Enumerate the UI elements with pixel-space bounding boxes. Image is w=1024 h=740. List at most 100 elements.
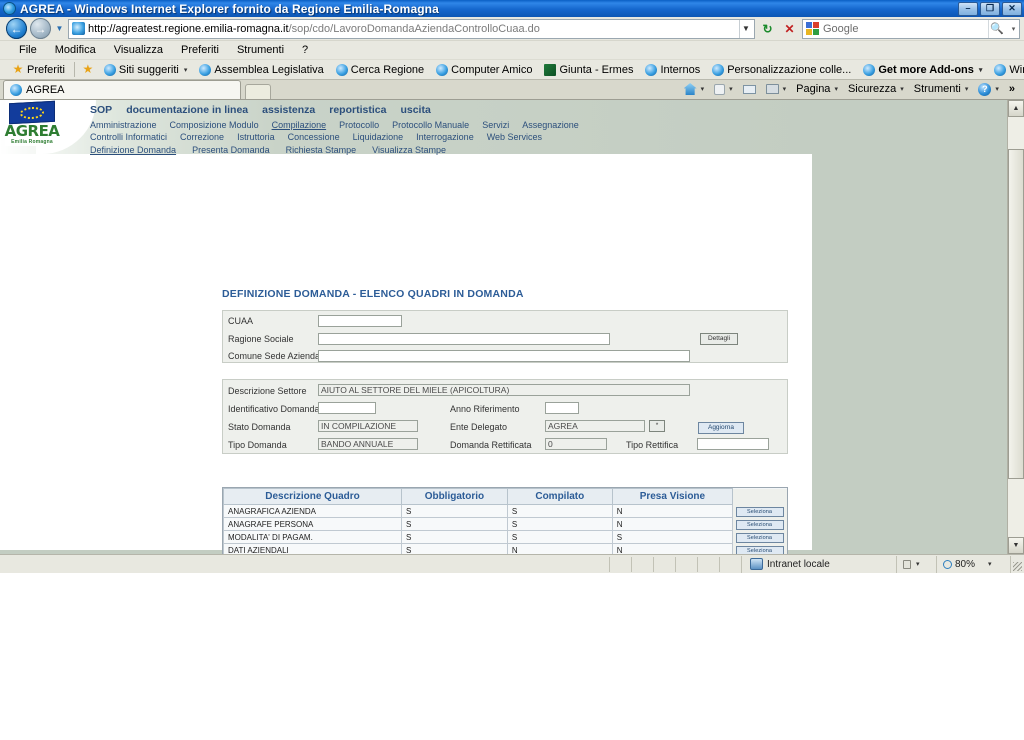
- minimize-button[interactable]: –: [958, 1, 978, 16]
- zoom-control[interactable]: 80% ▾: [936, 555, 1010, 573]
- command-overflow-button[interactable]: »: [1004, 83, 1020, 95]
- nav-reportistica[interactable]: reportistica: [329, 104, 386, 116]
- menu-item-modifica[interactable]: Modifica: [46, 43, 105, 57]
- chevron-down-icon[interactable]: ▾: [965, 85, 969, 93]
- favorite-personalizzazione[interactable]: Personalizzazione colle...: [706, 63, 857, 76]
- protected-mode-indicator[interactable]: ▾: [896, 555, 936, 573]
- domanda-rettificata-input: 0: [545, 438, 607, 450]
- scroll-down-icon[interactable]: ▼: [1008, 537, 1024, 554]
- nav-liquidazione[interactable]: Liquidazione: [353, 132, 404, 142]
- refresh-icon[interactable]: ↻: [758, 19, 777, 39]
- favorite-giunta-ermes[interactable]: Giunta - Ermes: [538, 63, 639, 76]
- seleziona-button[interactable]: Seleziona: [735, 519, 784, 530]
- nav-amministrazione[interactable]: Amministrazione: [90, 120, 157, 130]
- nav-sop[interactable]: SOP: [90, 104, 112, 116]
- scrollbar-track[interactable]: [1008, 117, 1024, 537]
- chevron-down-icon[interactable]: ▾: [834, 85, 838, 93]
- chevron-down-icon[interactable]: ▾: [783, 85, 787, 93]
- identificativo-domanda-input[interactable]: [318, 402, 376, 414]
- new-tab-button[interactable]: [245, 84, 271, 99]
- stop-icon[interactable]: ✕: [780, 19, 799, 39]
- history-dropdown-icon[interactable]: ▼: [54, 18, 65, 39]
- menu-item-file[interactable]: File: [10, 43, 46, 57]
- search-input[interactable]: Google 🔍 ▾: [802, 18, 1020, 39]
- print-button[interactable]: ▾: [761, 84, 792, 94]
- favorite-siti-suggeriti[interactable]: Siti suggeriti ▾: [98, 63, 193, 76]
- nav-visualizza-stampe[interactable]: Visualizza Stampe: [372, 145, 446, 155]
- url-input[interactable]: http://agreatest.regione.emilia-romagna.…: [68, 18, 755, 39]
- tab-agrea[interactable]: AGREA: [3, 80, 241, 99]
- vertical-scrollbar[interactable]: ▲ ▼: [1007, 100, 1024, 554]
- favorites-button[interactable]: ★ Preferiti: [6, 63, 71, 76]
- nav-servizi[interactable]: Servizi: [482, 120, 509, 130]
- home-button[interactable]: ▾: [679, 83, 710, 95]
- chevron-down-icon[interactable]: ▾: [701, 85, 705, 93]
- seleziona-button[interactable]: Seleziona: [735, 506, 784, 517]
- menu-item-preferiti[interactable]: Preferiti: [172, 43, 228, 57]
- search-icon[interactable]: 🔍: [988, 19, 1005, 38]
- close-button[interactable]: ✕: [1002, 1, 1022, 16]
- mail-button[interactable]: [738, 84, 761, 94]
- nav-composizione-modulo[interactable]: Composizione Modulo: [170, 120, 259, 130]
- nav-assegnazione[interactable]: Assegnazione: [522, 120, 579, 130]
- nav-istruttoria[interactable]: Istruttoria: [237, 132, 275, 142]
- chevron-down-icon[interactable]: ▾: [916, 560, 920, 568]
- cuaa-input[interactable]: [318, 315, 402, 327]
- nav-uscita[interactable]: uscita: [400, 104, 430, 116]
- nav-controlli-informatici[interactable]: Controlli Informatici: [90, 132, 167, 142]
- page-menu-button[interactable]: Pagina ▾: [791, 83, 843, 95]
- feeds-button[interactable]: ▾: [709, 83, 738, 95]
- search-provider-dropdown-icon[interactable]: ▾: [1009, 20, 1018, 38]
- nav-protocollo[interactable]: Protocollo: [339, 120, 379, 130]
- nav-protocollo-manuale[interactable]: Protocollo Manuale: [392, 120, 469, 130]
- favorite-assemblea-legislativa[interactable]: Assemblea Legislativa: [193, 63, 329, 76]
- tipo-rettifica-input[interactable]: [697, 438, 769, 450]
- restore-button[interactable]: ❐: [980, 1, 1000, 16]
- nav-assistenza[interactable]: assistenza: [262, 104, 315, 116]
- nav-definizione-domanda[interactable]: Definizione Domanda: [90, 145, 176, 155]
- help-menu-button[interactable]: ? ▾: [973, 82, 1004, 96]
- nav-concessione[interactable]: Concessione: [288, 132, 340, 142]
- safety-menu-button[interactable]: Sicurezza ▾: [843, 83, 909, 95]
- comune-sede-azienda-input[interactable]: [318, 350, 690, 362]
- seleziona-button[interactable]: Seleziona: [735, 532, 784, 543]
- resize-grip[interactable]: [1010, 555, 1024, 573]
- favorite-get-more-addons[interactable]: Get more Add-ons ▾: [857, 63, 988, 76]
- back-arrow-icon[interactable]: ←: [6, 18, 27, 39]
- nav-documentazione-in-linea[interactable]: documentazione in linea: [126, 104, 248, 116]
- nav-interrogazione[interactable]: Interrogazione: [416, 132, 474, 142]
- chevron-down-icon[interactable]: ▾: [988, 560, 992, 568]
- favorite-windowsmedia[interactable]: WindowsMedia: [988, 63, 1024, 76]
- chevron-down-icon[interactable]: ▾: [900, 85, 904, 93]
- table-header-row: Descrizione Quadro Obbligatorio Compilat…: [222, 488, 787, 505]
- ie-icon: [10, 84, 22, 96]
- security-zone[interactable]: Intranet locale: [741, 555, 896, 573]
- nav-correzione[interactable]: Correzione: [180, 132, 224, 142]
- chevron-down-icon[interactable]: ▾: [184, 66, 188, 74]
- chevron-down-icon[interactable]: ▾: [729, 85, 733, 93]
- menu-item-help[interactable]: ?: [293, 43, 317, 57]
- ie-icon: [712, 63, 725, 76]
- nav-compilazione[interactable]: Compilazione: [272, 120, 327, 130]
- ragione-sociale-input[interactable]: [318, 333, 610, 345]
- forward-arrow-icon[interactable]: →: [30, 18, 51, 39]
- tools-menu-button[interactable]: Strumenti ▾: [909, 83, 974, 95]
- favorite-internos[interactable]: Internos: [639, 63, 706, 76]
- ente-delegato-picker-button[interactable]: *: [649, 420, 665, 432]
- scrollbar-thumb[interactable]: [1008, 149, 1024, 479]
- nav-web-services[interactable]: Web Services: [487, 132, 542, 142]
- chevron-down-icon[interactable]: ▾: [979, 66, 983, 74]
- dettagli-button[interactable]: Dettagli: [700, 333, 738, 345]
- favorite-cerca-regione[interactable]: Cerca Regione: [330, 63, 430, 76]
- seleziona-button[interactable]: Seleziona: [735, 545, 784, 554]
- nav-presenta-domanda[interactable]: Presenta Domanda: [192, 145, 270, 155]
- aggiorna-button[interactable]: Aggiorna: [698, 422, 744, 434]
- chevron-down-icon[interactable]: ▾: [995, 85, 999, 93]
- url-dropdown-icon[interactable]: ▼: [739, 19, 752, 38]
- nav-richiesta-stampe[interactable]: Richiesta Stampe: [286, 145, 357, 155]
- scroll-up-icon[interactable]: ▲: [1008, 100, 1024, 117]
- anno-riferimento-input[interactable]: [545, 402, 579, 414]
- menu-item-strumenti[interactable]: Strumenti: [228, 43, 293, 57]
- favorite-computer-amico[interactable]: Computer Amico: [430, 63, 538, 76]
- menu-item-visualizza[interactable]: Visualizza: [105, 43, 172, 57]
